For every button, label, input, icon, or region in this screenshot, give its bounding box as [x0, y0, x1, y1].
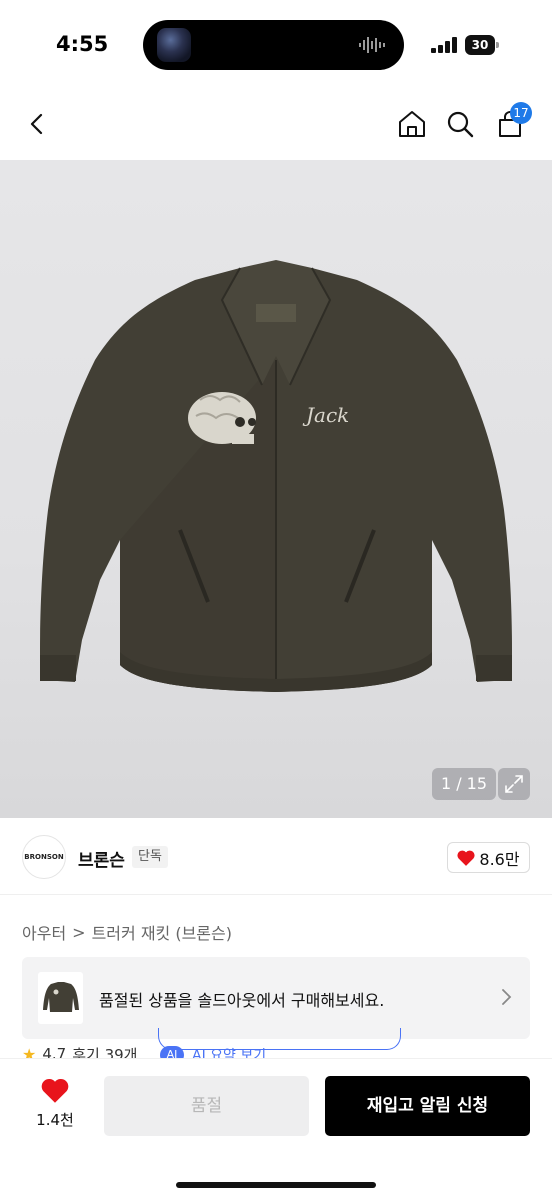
back-button[interactable]: [18, 104, 58, 144]
now-playing-artwork: [157, 28, 191, 62]
wishlist-button[interactable]: 1.4천: [30, 1078, 80, 1130]
expand-image-button[interactable]: [498, 768, 530, 800]
product-image-gallery[interactable]: Jack: [0, 160, 552, 818]
image-counter: 1 / 15: [432, 768, 496, 800]
status-time: 4:55: [56, 32, 109, 56]
heart-icon: [41, 1078, 69, 1103]
breadcrumb-category[interactable]: 아우터: [22, 920, 66, 944]
soldout-banner[interactable]: 품절된 상품을 솔드아웃에서 구매해보세요.: [22, 957, 530, 1039]
chevron-right-icon: [502, 989, 512, 1005]
battery-tip: [496, 42, 499, 48]
banner-text: 품절된 상품을 솔드아웃에서 구매해보세요.: [99, 991, 385, 1010]
brand-like-count: 8.6만: [479, 849, 520, 869]
jack-patch-text: Jack: [302, 403, 349, 427]
wishlist-count: 1.4천: [36, 1111, 74, 1129]
home-button[interactable]: [392, 104, 432, 144]
expand-icon: [505, 775, 523, 793]
top-nav: [0, 92, 552, 160]
heart-icon: [457, 850, 475, 866]
soldout-button[interactable]: 품절: [104, 1076, 309, 1136]
section-divider: [0, 894, 552, 895]
cart-count-badge: 17: [510, 102, 532, 124]
home-indicator[interactable]: [176, 1182, 376, 1188]
breadcrumb-product[interactable]: 트러커 재킷 (브론슨): [92, 920, 232, 944]
audio-wave-icon: [359, 37, 385, 53]
brand-logo[interactable]: BRONSON: [22, 835, 66, 879]
search-button[interactable]: [440, 104, 480, 144]
brand-like-button[interactable]: 8.6만: [447, 842, 530, 873]
chevron-left-icon: [30, 113, 43, 135]
restock-alert-button[interactable]: 재입고 알림 신청: [325, 1076, 530, 1136]
brand-logo-mark: BRONSON: [24, 852, 64, 861]
battery-level: 30: [465, 35, 495, 55]
exclusive-tag: 단독: [132, 846, 168, 868]
battery-icon: 30: [465, 35, 499, 55]
breadcrumb: 아우터 > 트러커 재킷 (브론슨): [22, 920, 232, 944]
status-bar: 4:55 30: [0, 0, 552, 92]
dynamic-island[interactable]: [143, 20, 404, 70]
home-icon: [399, 111, 425, 137]
breadcrumb-separator: >: [72, 922, 86, 942]
banner-product-thumbnail: [38, 972, 83, 1024]
cellular-signal-icon: [431, 37, 457, 53]
brand-name[interactable]: 브론슨: [78, 846, 125, 871]
search-icon: [447, 111, 474, 138]
product-jacket-image: Jack: [40, 260, 512, 692]
skull-patch: [188, 392, 256, 444]
